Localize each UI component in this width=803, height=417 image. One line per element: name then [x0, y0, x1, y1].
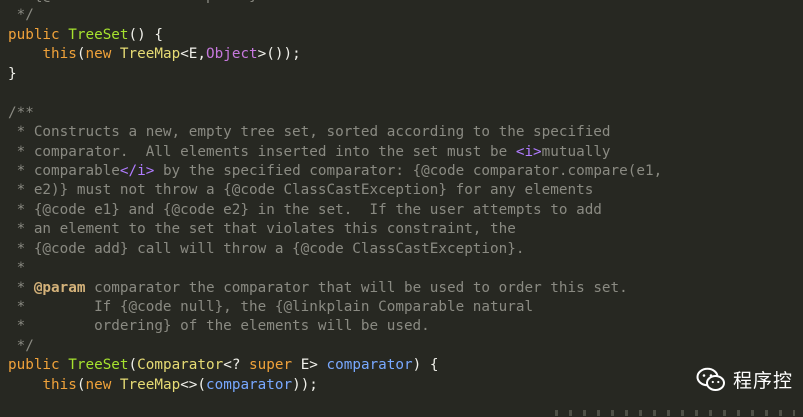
- code-line: * @param comparator the comparator that …: [8, 279, 662, 298]
- code-line: this(new TreeMap<E,Object>());: [8, 45, 662, 64]
- code-token: <i>: [515, 143, 542, 160]
- code-token: public: [8, 26, 69, 43]
- code-token: <E,: [180, 46, 207, 63]
- code-line: /**: [8, 104, 662, 123]
- code-token: comparator: [326, 357, 413, 374]
- code-token: <>(: [180, 376, 207, 393]
- code-line: *: [8, 259, 662, 278]
- wechat-icon: [696, 367, 726, 393]
- code-line: * ordering} of the elements will be used…: [8, 317, 662, 336]
- code-line: this(new TreeMap<>(comparator));: [8, 376, 662, 395]
- code-line: * an element to the set that violates th…: [8, 220, 662, 239]
- code-token: * If {@code null}, the {@linkplain Compa…: [8, 299, 534, 315]
- code-token: () {: [128, 26, 163, 43]
- watermark: 程序控: [696, 366, 793, 393]
- code-token: *: [8, 260, 26, 277]
- code-token: comparator: [206, 376, 293, 393]
- code-token: */: [8, 7, 34, 24]
- code-token: comparator the comparator that will be u…: [85, 279, 628, 296]
- code-token: new: [85, 376, 120, 393]
- code-token: ) {: [412, 357, 439, 374]
- code-line: * comparable</i> by the specified compar…: [8, 162, 663, 181]
- code-token: super: [249, 357, 301, 374]
- code-token: this: [42, 46, 77, 63]
- code-token: *: [8, 279, 34, 296]
- code-line: * comparator. All elements inserted into…: [8, 143, 662, 162]
- code-token: * {@code e1} and {@code e2} in the set. …: [8, 201, 602, 218]
- code-token: @param: [33, 279, 86, 296]
- code-token: mutually: [541, 143, 611, 160]
- code-token: /**: [8, 104, 34, 121]
- code-token: public: [8, 357, 69, 374]
- code-token: TreeSet: [68, 357, 129, 374]
- code-line: */: [8, 337, 662, 356]
- code-line: * Constructs a new, empty tree set, sort…: [8, 123, 662, 142]
- code-line: }: [8, 65, 662, 84]
- code-token: </i>: [119, 162, 155, 179]
- code-token: ));: [292, 376, 318, 393]
- code-token: TreeMap: [119, 376, 181, 393]
- code-token: new: [85, 46, 120, 63]
- code-token: Comparator: [137, 357, 224, 374]
- scroll-indicator: [555, 410, 795, 416]
- code-token: */: [8, 337, 34, 354]
- source-code: * {@code ClassCastException}. */ public T…: [0, 0, 662, 395]
- code-line: * {@code e1} and {@code e2} in the set. …: [8, 201, 662, 220]
- code-token: <?: [223, 357, 250, 374]
- code-token: by the specified comparator: {@code comp…: [154, 162, 663, 179]
- code-token: * {@code ClassCastException}.: [8, 0, 267, 4]
- code-token: (: [128, 357, 138, 374]
- code-editor[interactable]: * {@code ClassCastException}. */ public T…: [0, 0, 803, 417]
- code-token: >());: [257, 46, 301, 63]
- code-token: E>: [300, 357, 327, 374]
- code-line: * e2)} must not throw a {@code ClassCast…: [8, 181, 662, 200]
- watermark-text: 程序控: [732, 370, 793, 392]
- code-token: this: [42, 376, 77, 393]
- code-line: * If {@code null}, the {@linkplain Compa…: [8, 298, 662, 317]
- code-token: TreeSet: [68, 26, 129, 43]
- code-token: * comparable: [8, 162, 120, 179]
- code-token: Object: [206, 46, 258, 63]
- code-line: public TreeSet() {: [8, 26, 662, 45]
- code-line: */: [8, 6, 662, 25]
- code-line: public TreeSet(Comparator<? super E> com…: [8, 356, 662, 375]
- code-token: }: [8, 65, 17, 82]
- code-token: * e2)} must not throw a {@code ClassCast…: [8, 182, 594, 199]
- code-token: * an element to the set that violates th…: [8, 221, 516, 238]
- code-token: * {@code add} call will throw a {@code C…: [8, 240, 525, 257]
- code-token: TreeMap: [119, 46, 181, 63]
- code-token: * ordering} of the elements will be used…: [8, 318, 430, 335]
- code-token: * Constructs a new, empty tree set, sort…: [8, 124, 611, 141]
- code-line: * {@code add} call will throw a {@code C…: [8, 240, 662, 259]
- code-token: * comparator. All elements inserted into…: [8, 143, 516, 160]
